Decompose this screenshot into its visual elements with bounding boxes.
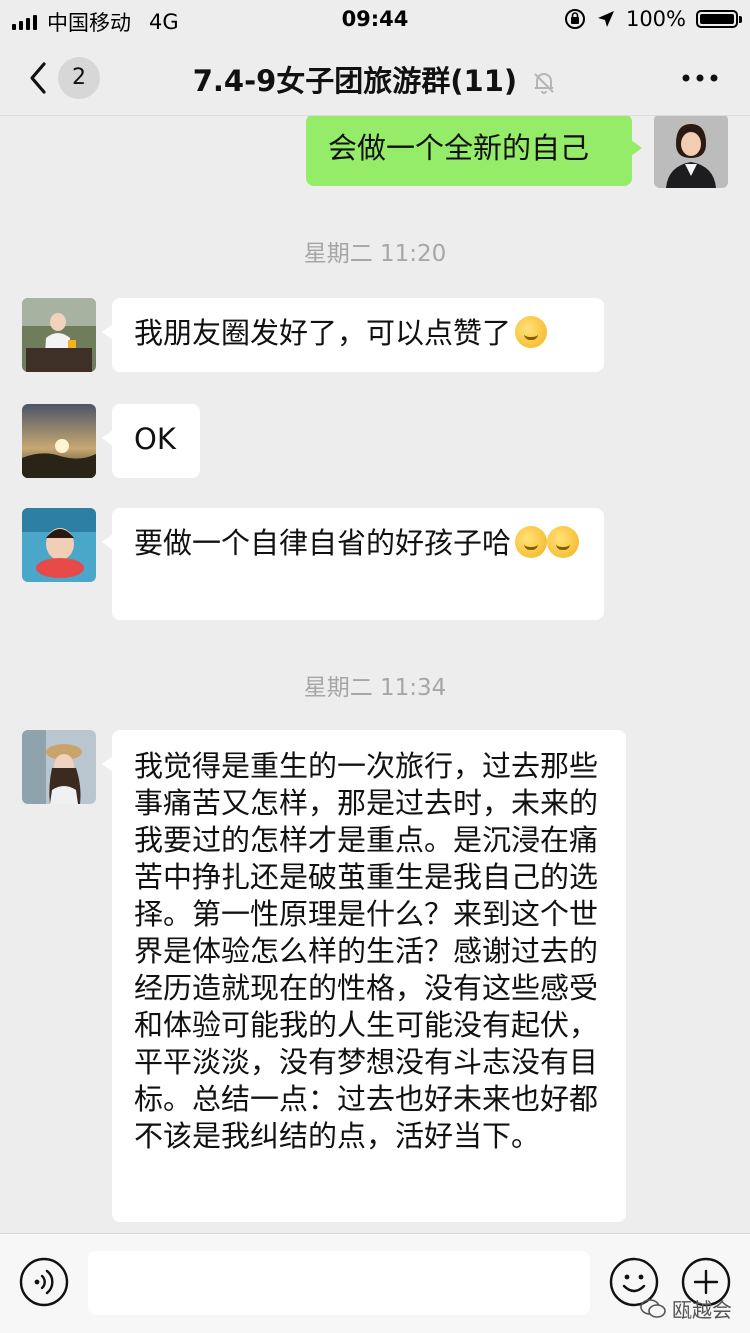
message-bubble[interactable]: 我朋友圈发好了，可以点赞了 [102,298,604,372]
unread-count-badge[interactable]: 2 [58,57,100,99]
laughing-emoji [515,316,548,348]
location-icon [597,11,614,27]
chat-header: 2 7.4-9女子团旅游群(11) [0,40,750,116]
timestamp: 星期二 11:20 [303,241,447,267]
message-bubble-self[interactable]: 会做一个全新的自己 [306,116,642,186]
avatar-member[interactable] [22,508,96,582]
chat-input-bar [0,1233,750,1333]
orientation-lock-icon [564,9,585,29]
message-text: 我朋友圈发好了，可以点赞了 [134,316,512,350]
message-text: 会做一个全新的自己 [328,131,590,165]
status-right: 100% [564,7,742,31]
status-bar: 中国移动 4G 09:44 100% [0,0,750,40]
message-bubble[interactable]: OK [102,404,200,478]
more-icon[interactable] [680,70,720,86]
battery-percent: 100% [625,7,686,31]
avatar-member[interactable] [22,404,96,478]
avatar-member-image [22,730,96,804]
message-bubble[interactable]: 要做一个自律自省的好孩子哈 [102,508,604,620]
message-bubble[interactable]: 我觉得是重生的一次旅行，过去那些事痛苦又怎样，那是过去时，未来的我要过的怎样才是… [102,730,626,1222]
message-input[interactable] [88,1251,590,1315]
chat-title: 7.4-9女子团旅游群(11) [150,58,600,100]
message-text: 要做一个自律自省的好孩子哈 [134,526,512,560]
watermark-text: 瓯越会 [672,1298,732,1322]
timestamp: 星期二 11:34 [303,675,447,701]
back-icon[interactable] [22,58,58,98]
watermark: 瓯越会 [640,1294,732,1323]
mute-bell-icon [534,73,554,94]
voice-icon[interactable] [18,1256,70,1308]
avatar-member-image [22,508,96,582]
avatar-member-image [22,404,96,478]
laughing-emoji [515,526,548,558]
message-text: OK [134,422,176,456]
message-list[interactable]: 会做一个全新的自己 星期二 11:20 我朋友圈发好了，可以点赞了 OK 要做一… [0,116,750,1233]
avatar-self[interactable] [654,116,728,188]
battery-icon [696,10,742,28]
avatar-member[interactable] [22,730,96,804]
message-text: 我觉得是重生的一次旅行，过去那些事痛苦又怎样，那是过去时，未来的我要过的怎样才是… [134,749,599,1153]
avatar-member[interactable] [22,298,96,372]
laughing-emoji [547,526,580,558]
chat-title-text: 7.4-9女子团旅游群(11) [192,64,518,98]
avatar-self-image [654,116,728,188]
avatar-member-image [22,298,96,372]
wechat-icon [640,1298,666,1318]
